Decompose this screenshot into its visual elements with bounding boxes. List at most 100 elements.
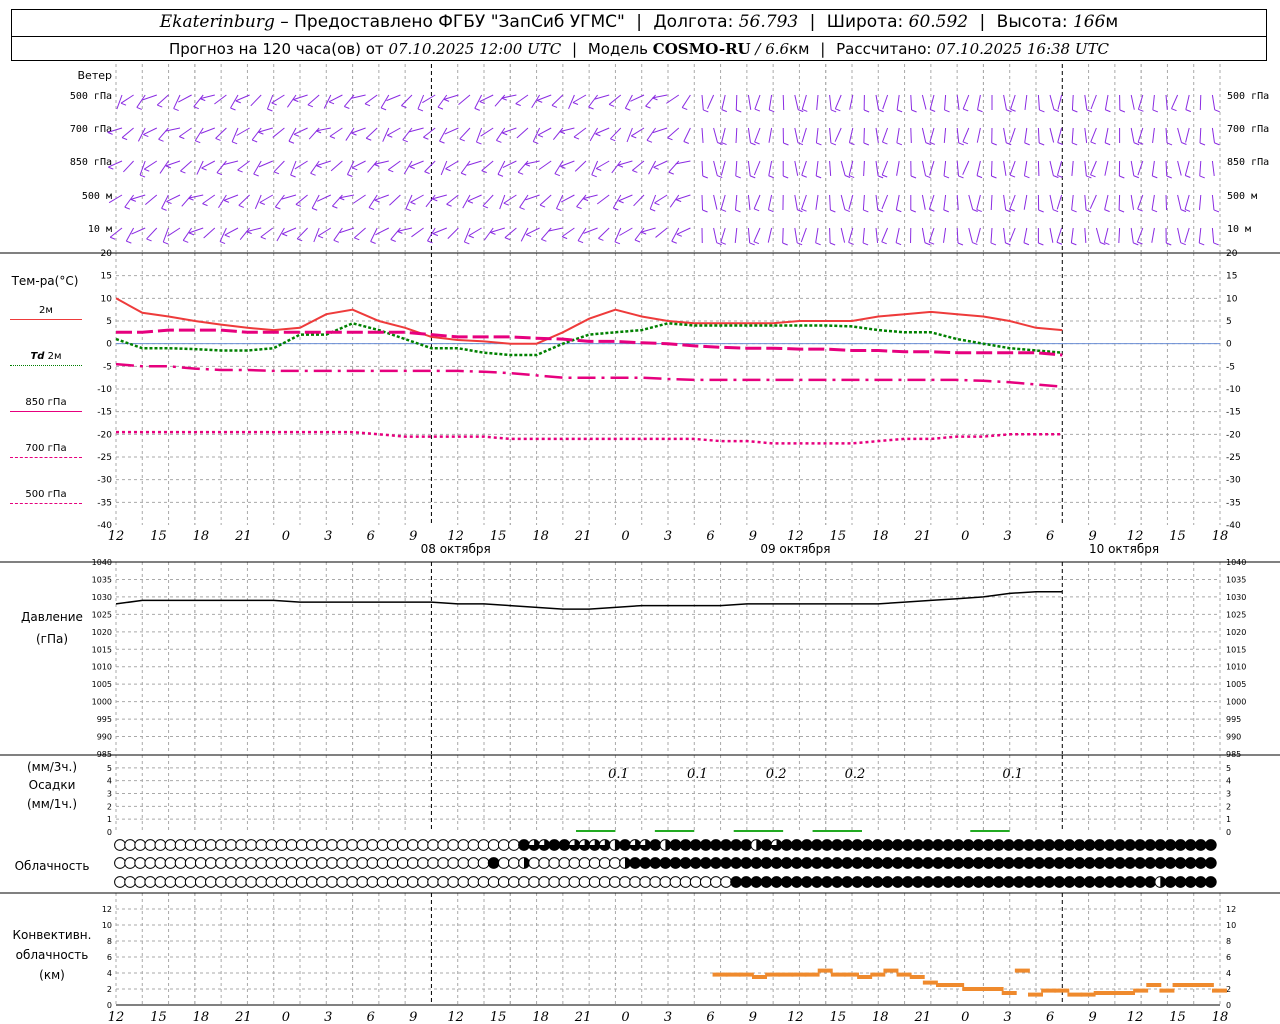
temp-tick-right: 5 [1226,317,1232,327]
cloud-circle [467,857,480,869]
wind-barb-feather [957,242,964,246]
wind-barb-feather [1119,175,1125,179]
wind-barb-feather [632,169,638,173]
wind-barb-feather [144,168,150,172]
wind-barb-feather [188,232,195,236]
wind-barb [794,127,799,143]
wind-barb-feather [230,107,236,111]
wind-barb [290,160,297,176]
wind-barb [367,160,378,173]
cloud-overcast [1013,857,1025,869]
cloud-overcast [1165,876,1176,888]
conv-segment [712,972,728,977]
wind-barb [747,194,751,210]
cloud-overcast [1104,876,1116,888]
cloud-circle [336,857,349,869]
x-axis-mid-tick: 15 [490,529,507,544]
conv-segment [804,972,820,977]
x-axis-mid-tick: 9 [749,529,757,544]
cloud-overcast [1053,876,1065,888]
wind-barb-feather [537,134,544,138]
cloud-circle [629,876,641,888]
cloud-overcast [639,857,651,869]
temp-tick-left: -10 [97,385,112,395]
cloud-overcast [1013,839,1025,851]
wind-barb [834,94,842,110]
wind-barb-feather [650,208,656,212]
wind-barb [815,194,819,210]
date-label: 10 октября [1089,542,1159,556]
wind-barb [251,127,262,141]
wind-barb [1199,160,1202,176]
cloud-circle [154,839,167,851]
wind-barb-feather [749,242,755,246]
wind-barb-feather [432,233,439,237]
cloud-overcast [912,876,924,888]
wind-barb-feather [446,203,452,207]
cloud-overcast [761,857,772,869]
cloud-circle [245,876,258,888]
wind-barb [735,127,738,144]
wind-barb-feather [388,169,394,173]
wind-barb-feather [559,131,566,135]
x-axis-mid-tick: 0 [282,529,290,544]
cloud-overcast [710,857,722,869]
cloud-overcast [680,857,691,869]
conv-segment [870,972,886,977]
cloud-circle [457,857,470,869]
cloud-overcast [1205,857,1217,869]
temp-tick-right: -10 [1226,385,1241,395]
wind-barb-feather [702,175,708,179]
cloud-overcast [1094,839,1106,851]
cloud-overcast [670,839,681,851]
wind-barb [720,160,726,176]
wind-barb [800,227,807,243]
wind-barb [1130,194,1135,210]
cloud-overcast [932,857,944,869]
cloud-overcast [649,857,661,869]
wind-barb [767,194,773,210]
wind-barb [863,127,865,144]
wind-barb [1137,160,1144,176]
x-axis-mid-tick: 18 [1212,529,1229,544]
cloud-overcast [902,876,914,888]
conv-segment [949,983,965,987]
cloud-overcast [993,839,1005,851]
wind-barb-feather [896,109,903,113]
cloud-symbols [114,839,1217,888]
wind-barb [881,160,889,176]
cloud-circle [376,876,389,888]
wind-barb [1037,160,1040,177]
wind-barb-feather [1118,209,1125,213]
wind-barb [634,227,645,241]
x-axis-mid-tick: 21 [234,529,252,544]
temp-tick-left: -20 [97,430,112,440]
wind-barb-feather [797,142,804,146]
wind-barb-feather [614,241,621,245]
wind-barb-feather [551,104,558,108]
cloud-circle [124,839,137,851]
conv-tick-left: 2 [107,985,112,994]
wind-barb [768,94,773,110]
wind-barb-feather [668,171,674,175]
wind-barb-feather [683,141,690,144]
cloud-overcast [781,876,792,888]
cloud-circle [518,876,530,888]
cloud-overcast [882,839,893,851]
wind-barb [1057,94,1063,110]
wind-barb [1104,94,1109,110]
wind-barb [801,94,807,110]
wind-barb-feather [958,142,964,146]
wind-barb-feather [577,240,584,244]
precip-value-label: 0.1 [608,767,629,782]
cloud-overcast [942,857,954,869]
cloud-circle [184,857,197,869]
wind-barb-feather [977,109,983,113]
wind-barb [537,127,552,136]
wind-barb-feather [267,108,273,112]
wind-barb-feather [882,174,888,178]
temp-tick-left: 10 [101,294,113,304]
wind-barb-feather [801,174,807,178]
wind-barb-feather [515,103,521,107]
wind-barb [180,160,192,172]
